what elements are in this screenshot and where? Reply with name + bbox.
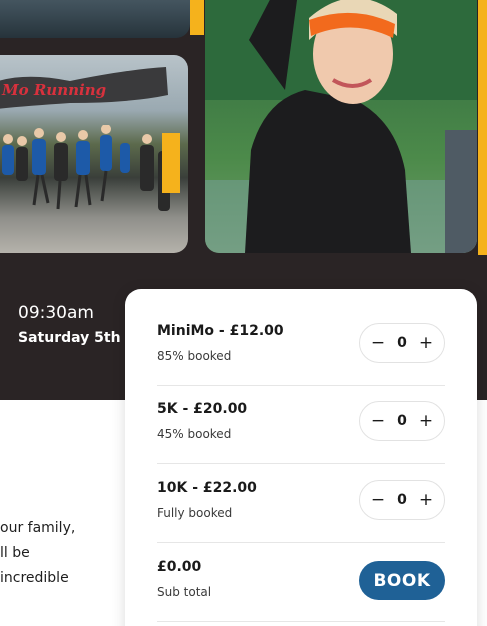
ticket-availability: 45% booked — [157, 427, 232, 441]
minus-icon[interactable]: − — [370, 333, 386, 353]
subtotal-label: Sub total — [157, 585, 212, 599]
ticket-availability: Fully booked — [157, 506, 233, 520]
woman-runner-illustration — [205, 0, 477, 253]
ticket-name: 5K - £20.00 — [157, 401, 248, 417]
quantity-value: 0 — [397, 413, 407, 429]
ticket-row-minimo: MiniMo - £12.00 85% booked − 0 + — [157, 307, 445, 386]
event-time: 09:30am — [18, 303, 94, 323]
plus-icon[interactable]: + — [418, 411, 434, 431]
quantity-value: 0 — [397, 492, 407, 508]
quantity-stepper: − 0 + — [359, 480, 445, 520]
event-description: our family, ll be incredible — [0, 516, 120, 591]
quantity-value: 0 — [397, 335, 407, 351]
ticket-name: MiniMo - £12.00 — [157, 323, 284, 339]
plus-icon[interactable]: + — [418, 490, 434, 510]
ticket-row-5k: 5K - £20.00 45% booked − 0 + — [157, 385, 445, 464]
arch-banner-text: Mo Running — [1, 81, 106, 99]
book-button[interactable]: BOOK — [359, 561, 445, 600]
subtotal-row: £0.00 Sub total BOOK — [157, 543, 445, 622]
runner-woman-photo — [205, 0, 477, 253]
plus-icon[interactable]: + — [418, 333, 434, 353]
race-start-photo: Mo Running — [0, 55, 188, 253]
description-line: our family, — [0, 520, 76, 536]
description-line: incredible — [0, 570, 69, 586]
minus-icon[interactable]: − — [370, 411, 386, 431]
yellow-accent-strip-right — [478, 0, 487, 255]
river-photo — [0, 0, 190, 38]
inflatable-arch: Mo Running — [0, 67, 168, 109]
yellow-accent-strip — [190, 0, 204, 35]
ticket-row-10k: 10K - £22.00 Fully booked − 0 + — [157, 464, 445, 543]
minus-icon[interactable]: − — [370, 490, 386, 510]
description-line: ll be — [0, 545, 30, 561]
quantity-stepper: − 0 + — [359, 323, 445, 363]
event-date: Saturday 5th N — [18, 330, 138, 346]
quantity-stepper: − 0 + — [359, 401, 445, 441]
booking-card: MiniMo - £12.00 85% booked − 0 + 5K - £2… — [125, 289, 477, 626]
runners-crowd — [2, 125, 180, 211]
subtotal-amount: £0.00 — [157, 559, 202, 575]
ticket-availability: 85% booked — [157, 349, 232, 363]
ticket-name: 10K - £22.00 — [157, 480, 257, 496]
